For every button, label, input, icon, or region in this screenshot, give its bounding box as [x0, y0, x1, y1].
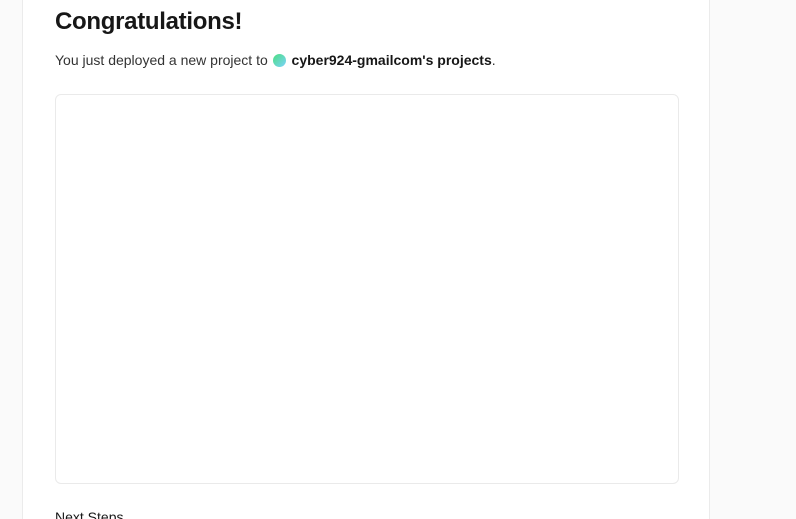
deploy-message-prefix: You just deployed a new project to	[55, 52, 268, 68]
deploy-message-suffix: .	[491, 52, 496, 68]
team-link[interactable]: cyber924-gmailcom's projects	[292, 52, 492, 68]
page-title: Congratulations!	[55, 8, 243, 35]
team-avatar	[272, 54, 286, 67]
next-steps-heading: Next Steps	[55, 509, 124, 519]
page: Congratulations! You just deployed a new…	[0, 0, 796, 519]
deployment-preview[interactable]	[55, 94, 679, 484]
deploy-message: You just deployed a new project to cyber…	[55, 51, 496, 69]
